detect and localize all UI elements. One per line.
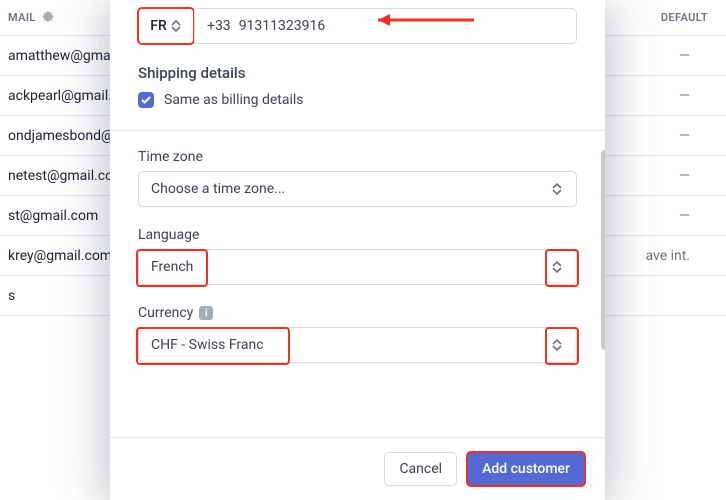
language-label: Language	[138, 227, 577, 243]
divider	[110, 130, 605, 131]
checkbox-checked-icon	[138, 92, 154, 108]
timezone-select[interactable]: Choose a time zone...	[138, 171, 577, 207]
currency-select[interactable]: CHF - Swiss Franc	[138, 327, 577, 363]
phone-country-select[interactable]: FR	[138, 8, 194, 44]
phone-country-code: FR	[150, 18, 167, 34]
currency-label-text: Currency	[138, 305, 193, 321]
phone-number-value: 91311323916	[239, 18, 326, 34]
language-value: French	[151, 259, 550, 275]
phone-number-input[interactable]: +33 91311323916	[194, 8, 577, 44]
column-header-email-text: MAIL	[8, 11, 36, 24]
timezone-value: Choose a time zone...	[151, 181, 550, 197]
chevron-updown-icon	[550, 180, 564, 198]
modal-footer: Cancel Add customer	[110, 437, 605, 500]
currency-value: CHF - Swiss Franc	[151, 337, 550, 353]
timezone-field: Time zone Choose a time zone...	[138, 149, 577, 207]
shipping-section-title: Shipping details	[138, 64, 577, 82]
language-select[interactable]: French	[138, 249, 577, 285]
modal-body: FR +33 91311323916 Shipping details	[110, 0, 605, 437]
scrollbar-thumb[interactable]	[601, 150, 605, 350]
add-customer-button[interactable]: Add customer	[467, 452, 585, 486]
gear-icon[interactable]	[42, 10, 54, 25]
phone-dial-prefix: +33	[207, 18, 231, 34]
chevron-updown-icon	[169, 17, 183, 35]
info-icon[interactable]: i	[199, 306, 213, 320]
language-field: Language French	[138, 227, 577, 285]
chevron-updown-icon	[550, 336, 564, 354]
same-as-billing-label: Same as billing details	[164, 92, 304, 108]
same-as-billing-row[interactable]: Same as billing details	[138, 92, 577, 108]
chevron-updown-icon	[550, 258, 564, 276]
add-customer-modal: FR +33 91311323916 Shipping details	[110, 0, 605, 500]
timezone-label: Time zone	[138, 149, 577, 165]
phone-field: FR +33 91311323916	[138, 8, 577, 44]
currency-field: Currency i CHF - Swiss Franc	[138, 305, 577, 363]
currency-label: Currency i	[138, 305, 577, 321]
cancel-button[interactable]: Cancel	[384, 452, 457, 486]
